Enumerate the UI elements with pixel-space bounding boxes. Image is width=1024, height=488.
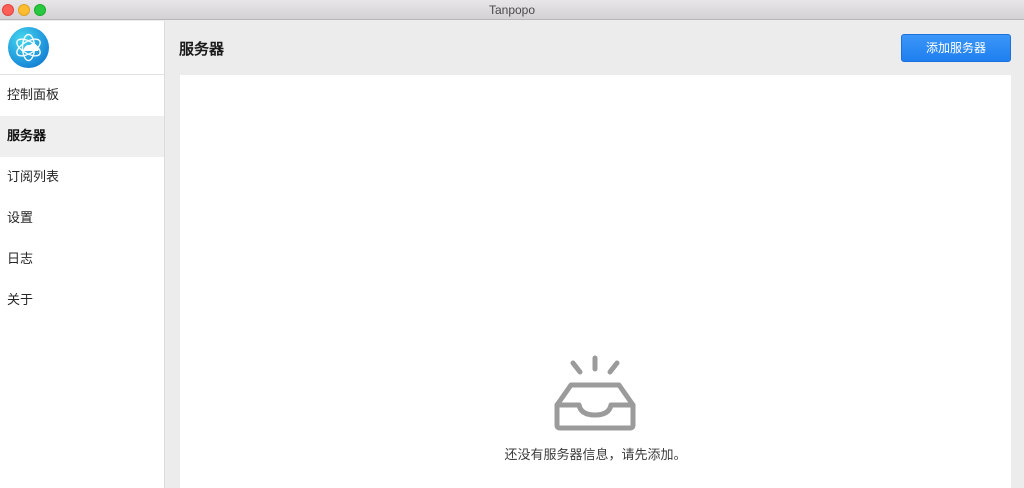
empty-state-message: 还没有服务器信息，请先添加。 [504,448,687,463]
sidebar-item-logs[interactable]: 日志 [0,239,164,280]
tanpopo-logo-icon [8,27,49,68]
window-title: Tanpopo [488,3,536,17]
sidebar-item-about[interactable]: 关于 [0,280,164,321]
window-titlebar: Tanpopo [0,0,1024,20]
empty-inbox-icon [553,355,637,431]
sidebar: 控制面板 服务器 订阅列表 设置 日志 关于 [0,21,165,488]
sidebar-item-subscriptions[interactable]: 订阅列表 [0,157,164,198]
main-header: 服务器 添加服务器 [165,21,1024,75]
server-list-panel: 还没有服务器信息，请先添加。 [180,75,1011,488]
sidebar-item-dashboard[interactable]: 控制面板 [0,75,164,116]
add-server-button[interactable]: 添加服务器 [901,34,1011,62]
sidebar-item-servers[interactable]: 服务器 [0,116,164,157]
page-title: 服务器 [179,40,225,58]
sidebar-logo-area [0,21,164,75]
sidebar-item-settings[interactable]: 设置 [0,198,164,239]
